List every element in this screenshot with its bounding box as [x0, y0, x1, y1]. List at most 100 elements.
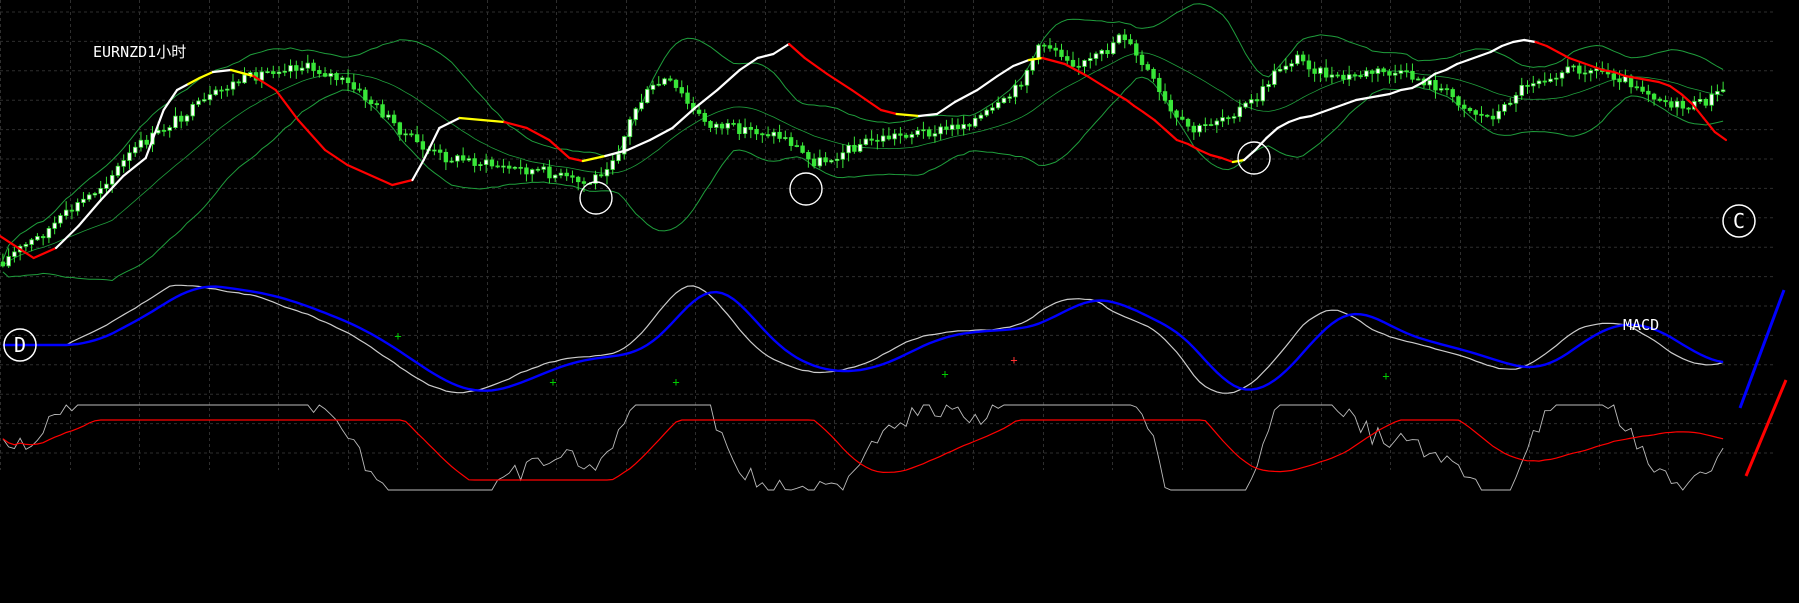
candle	[1444, 88, 1450, 91]
candle	[604, 169, 610, 177]
candle	[1220, 117, 1225, 122]
candle	[1093, 53, 1099, 59]
candle	[397, 122, 403, 135]
candle	[719, 123, 725, 129]
candle	[1709, 93, 1714, 106]
candle	[127, 152, 132, 161]
candle	[501, 165, 506, 168]
candle	[1536, 80, 1542, 85]
trend-segment	[1133, 104, 1145, 114]
candle	[1203, 124, 1208, 127]
candle	[748, 126, 753, 130]
candle	[1289, 63, 1294, 67]
trend-segment	[297, 118, 327, 152]
trend-segment	[1556, 50, 1571, 60]
candle	[1180, 116, 1185, 120]
trend-segment	[803, 56, 829, 76]
candle	[1669, 101, 1674, 108]
candle	[472, 158, 477, 166]
candle	[570, 175, 575, 178]
trend-line	[0, 38, 1728, 260]
candle	[1070, 59, 1076, 67]
candle	[1427, 80, 1432, 86]
candle	[846, 144, 851, 154]
highlight-circle	[789, 172, 823, 206]
candle	[75, 202, 80, 212]
trend-segment	[1164, 128, 1178, 142]
trend-segment	[1012, 58, 1030, 68]
trend-segment	[1299, 114, 1313, 120]
candle	[489, 159, 495, 167]
blue-edge-stroke	[1738, 289, 1786, 409]
candle	[967, 124, 972, 127]
candle	[40, 236, 46, 239]
candle	[386, 114, 391, 118]
candle	[374, 103, 380, 106]
candle	[1312, 68, 1317, 74]
candle	[1456, 96, 1461, 106]
candle	[121, 160, 126, 167]
candle	[524, 167, 529, 175]
candle	[518, 166, 523, 169]
candle	[840, 152, 846, 160]
candle	[1680, 101, 1686, 109]
candle	[299, 67, 305, 71]
candle	[1185, 118, 1191, 127]
candle	[230, 81, 236, 90]
candle	[1042, 44, 1047, 47]
trend-segment	[480, 118, 506, 124]
candle	[541, 166, 546, 170]
candle	[1099, 50, 1104, 55]
candle	[1490, 115, 1496, 120]
candle	[1346, 74, 1352, 80]
trend-segment	[1545, 44, 1559, 54]
highlight-circles	[579, 141, 1271, 215]
trend-segment	[1500, 40, 1515, 48]
trend-segment	[1276, 120, 1290, 130]
trend-segment	[1377, 92, 1391, 98]
macd-main-line	[2, 284, 1724, 394]
candle	[161, 129, 167, 132]
candle	[1697, 98, 1703, 102]
candle	[110, 175, 115, 185]
candle	[1128, 39, 1133, 45]
candle	[483, 159, 489, 165]
candle	[1439, 88, 1444, 91]
candle	[1588, 70, 1593, 74]
candle	[564, 172, 569, 177]
trend-segment	[1388, 88, 1403, 96]
candle	[656, 83, 661, 86]
candle	[86, 194, 92, 200]
trend-segment	[1399, 86, 1414, 92]
candle	[1531, 83, 1536, 87]
candle	[788, 137, 794, 146]
candle	[1277, 69, 1283, 72]
candle	[742, 126, 748, 134]
candle	[322, 73, 328, 77]
candle	[961, 124, 966, 130]
candle	[529, 169, 535, 175]
candle	[288, 65, 293, 72]
trend-segment	[1646, 78, 1660, 84]
candle	[949, 124, 955, 130]
trend-segment	[1186, 142, 1201, 152]
candle	[1433, 80, 1438, 91]
oscillator-line	[2, 404, 1724, 491]
candle	[834, 158, 840, 161]
candle	[1134, 43, 1139, 56]
candle	[1387, 71, 1392, 76]
candle	[1122, 34, 1127, 41]
candle	[478, 164, 483, 166]
candle	[668, 78, 673, 81]
candle	[173, 115, 178, 128]
candle	[391, 114, 397, 124]
trend-segment	[1125, 98, 1136, 108]
label-circle-c: C	[1722, 204, 1756, 238]
signal-marker: +	[394, 329, 401, 343]
candle	[1467, 108, 1473, 111]
trend-segment	[1534, 40, 1548, 48]
candle	[242, 74, 247, 84]
candle	[1139, 54, 1145, 65]
candle	[138, 139, 144, 148]
trend-segment	[1310, 110, 1324, 118]
